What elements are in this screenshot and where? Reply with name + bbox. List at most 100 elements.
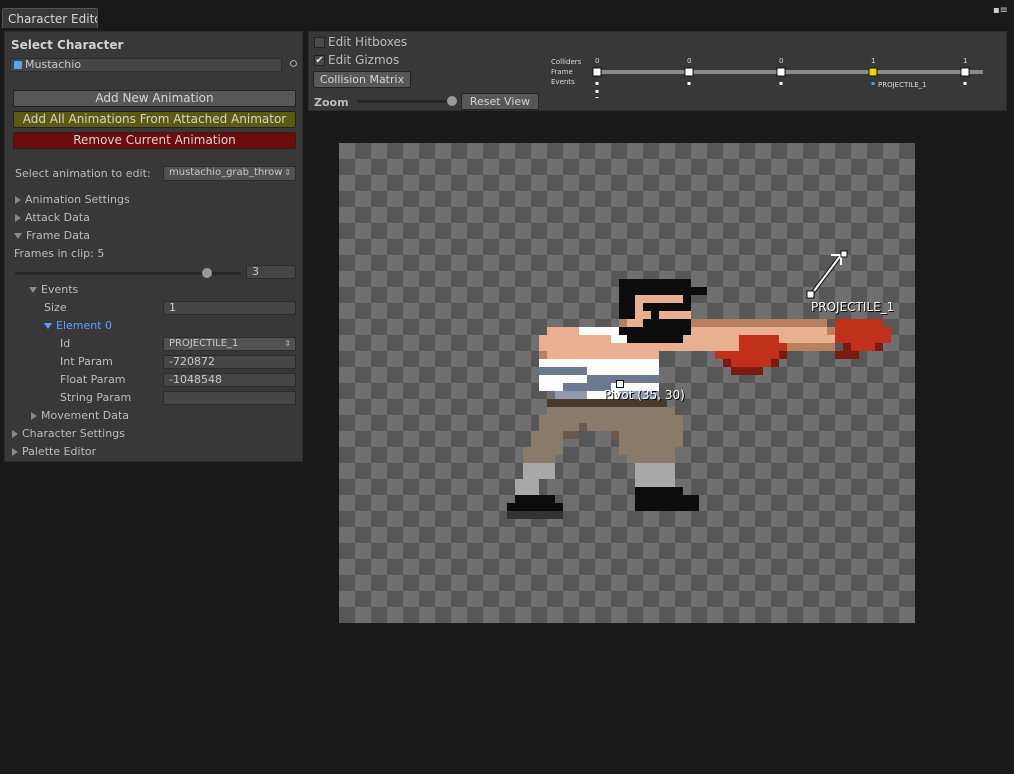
window-menu-icon[interactable]: ▪≡ [993, 6, 1008, 16]
sprite-pixel [667, 287, 675, 295]
sprite-pixel [843, 343, 851, 351]
foldout-attack-data[interactable]: Attack Data [15, 211, 90, 224]
object-picker-icon[interactable] [290, 60, 297, 67]
sprite-pixel [659, 423, 667, 431]
tab-character-editor[interactable]: Character Edito [2, 8, 98, 28]
frame-slider-track[interactable] [15, 268, 241, 278]
sprite-pixel [643, 495, 651, 503]
foldout-frame-data[interactable]: Frame Data [14, 229, 90, 242]
sprite-pixel [619, 447, 627, 455]
sprite-pixel [539, 439, 547, 447]
add-new-animation-button[interactable]: Add New Animation [13, 90, 296, 107]
sprite-preview-canvas[interactable]: PROJECTILE_1 Pivot (35, 30) [339, 143, 915, 623]
zoom-label: Zoom [314, 96, 349, 109]
sprite-pixel [643, 431, 651, 439]
sprite-pixel [627, 415, 635, 423]
sprite-pixel [627, 287, 635, 295]
frame-key[interactable] [776, 67, 786, 77]
frame-key[interactable] [868, 67, 878, 77]
sprite-pixel [739, 335, 747, 343]
add-all-animations-button[interactable]: Add All Animations From Attached Animato… [13, 111, 296, 128]
sprite-pixel [683, 295, 691, 303]
frame-number-field[interactable]: 3 [246, 265, 296, 279]
frame-key[interactable] [592, 67, 602, 77]
int-param-field[interactable]: -720872 [163, 355, 296, 369]
sprite-pixel [539, 367, 547, 375]
sprite-pixel [659, 319, 667, 327]
sprite-pixel [651, 335, 659, 343]
sprite-pixel [539, 415, 547, 423]
string-param-field[interactable] [163, 391, 296, 405]
foldout-movement-data[interactable]: Movement Data [31, 409, 129, 422]
sprite-pixel [555, 407, 563, 415]
sprite-pixel [691, 343, 699, 351]
frames-in-clip-label: Frames in clip: 5 [14, 247, 105, 260]
sprite-pixel [587, 367, 595, 375]
sprite-pixel [651, 479, 659, 487]
sprite-pixel [539, 471, 547, 479]
sprite-pixel [659, 463, 667, 471]
sprite-pixel [667, 343, 675, 351]
sprite-pixel [547, 407, 555, 415]
events-size-field[interactable]: 1 [163, 301, 296, 315]
sprite-pixel [547, 327, 555, 335]
sprite-pixel [571, 431, 579, 439]
sprite-pixel [571, 375, 579, 383]
collision-matrix-button[interactable]: Collision Matrix [313, 71, 411, 88]
sprite-pixel [603, 343, 611, 351]
remove-current-animation-button[interactable]: Remove Current Animation [13, 132, 296, 149]
foldout-open-icon [14, 233, 22, 239]
foldout-palette-editor[interactable]: Palette Editor [12, 445, 96, 458]
reset-view-button[interactable]: Reset View [461, 93, 539, 110]
character-object-field[interactable]: Mustachio [10, 58, 282, 72]
sprite-pixel [667, 455, 675, 463]
sprite-pixel [603, 351, 611, 359]
sprite-pixel [843, 351, 851, 359]
sprite-pixel [571, 359, 579, 367]
sprite-pixel [563, 415, 571, 423]
frame-key[interactable] [960, 67, 970, 77]
sprite-pixel [835, 351, 843, 359]
sprite-pixel [555, 439, 563, 447]
foldout-animation-settings[interactable]: Animation Settings [15, 193, 130, 206]
sprite-pixel [691, 495, 699, 503]
float-param-field[interactable]: -1048548 [163, 373, 296, 387]
sprite-pixel [563, 423, 571, 431]
sprite-pixel [507, 503, 515, 511]
sprite-pixel [531, 511, 539, 519]
sprite-pixel [619, 359, 627, 367]
sprite-pixel [723, 359, 731, 367]
sprite-pixel [563, 383, 571, 391]
frame-timeline[interactable]: Colliders Frame Events 0 0 0 1 1 PROJECTILE_1 [545, 54, 995, 98]
projectile-gizmo-arrow-icon[interactable] [801, 247, 851, 299]
sprite-pixel [595, 399, 603, 407]
foldout-character-settings[interactable]: Character Settings [12, 427, 125, 440]
edit-gizmos-checkbox[interactable]: ✔ [314, 55, 325, 66]
edit-hitboxes-checkbox[interactable] [314, 37, 325, 48]
zoom-slider-track[interactable] [357, 96, 458, 106]
sprite-pixel [627, 311, 635, 319]
sprite-pixel [659, 311, 667, 319]
sprite-pixel [699, 327, 707, 335]
zoom-slider-thumb[interactable] [447, 96, 458, 106]
sprite-pixel [691, 503, 699, 511]
foldout-events[interactable]: Events [29, 283, 78, 296]
animation-select-dropdown[interactable]: mustachio_grab_throw ⇕ [163, 166, 296, 181]
foldout-element-0[interactable]: Element 0 [44, 319, 112, 332]
sprite-pixel [875, 319, 883, 327]
event-marker-icon [871, 82, 875, 85]
sprite-pixel [651, 439, 659, 447]
sprite-pixel [643, 375, 651, 383]
frame-slider-thumb[interactable] [202, 268, 213, 278]
sprite-pixel [627, 375, 635, 383]
sprite-pixel [755, 327, 763, 335]
sprite-pixel [603, 335, 611, 343]
frame-key[interactable] [684, 67, 694, 77]
sprite-pixel [659, 495, 667, 503]
sprite-pixel [563, 431, 571, 439]
event-id-dropdown[interactable]: PROJECTILE_1 ⇕ [163, 337, 296, 351]
sprite-pixel [667, 327, 675, 335]
pivot-handle[interactable] [616, 380, 624, 388]
sprite-pixel [659, 327, 667, 335]
sprite-pixel [659, 431, 667, 439]
